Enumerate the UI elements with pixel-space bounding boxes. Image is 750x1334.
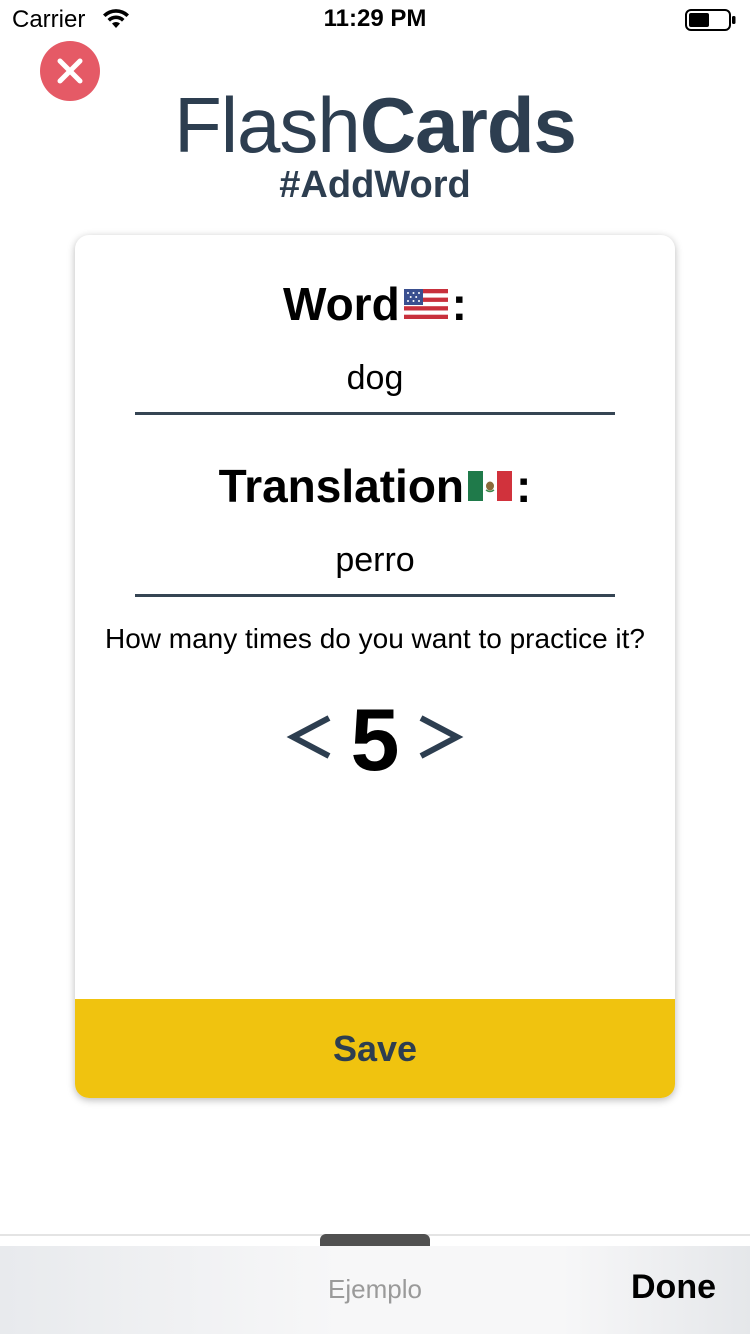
word-label-colon: : (451, 278, 467, 330)
practice-count-stepper: 5 (75, 690, 675, 790)
keyboard-handle[interactable] (320, 1234, 430, 1246)
mexico-flag-icon (468, 470, 513, 501)
clock: 11:29 PM (323, 5, 427, 32)
translation-label: Translation : (75, 459, 675, 513)
word-input[interactable] (135, 353, 615, 403)
app-title-bold: Cards (359, 81, 577, 169)
status-bar: Carrier 11:29 PM (0, 0, 750, 40)
word-underline (135, 412, 615, 415)
add-word-card: Word : Translation : How many times do y… (75, 235, 675, 1098)
practice-count-value: 5 (350, 690, 400, 789)
app-title-light: Flash (174, 81, 361, 169)
practice-question: How many times do you want to practice i… (104, 623, 645, 654)
translation-label-text: Translation (218, 460, 465, 512)
save-button[interactable]: Save (75, 999, 675, 1098)
word-label: Word : (75, 277, 675, 331)
translation-label-colon: : (516, 460, 532, 512)
word-label-text: Word (282, 278, 400, 330)
app-title: FlashCards (0, 80, 750, 170)
chevron-right-icon[interactable] (415, 702, 465, 772)
translation-input[interactable] (135, 535, 615, 585)
done-button[interactable]: Done (631, 1268, 716, 1307)
us-flag-icon (403, 288, 448, 319)
screen-title: #AddWord (279, 164, 471, 206)
translation-underline (135, 594, 615, 597)
keyboard-toolbar: Ejemplo Done (0, 1246, 750, 1334)
battery-icon (685, 9, 736, 31)
